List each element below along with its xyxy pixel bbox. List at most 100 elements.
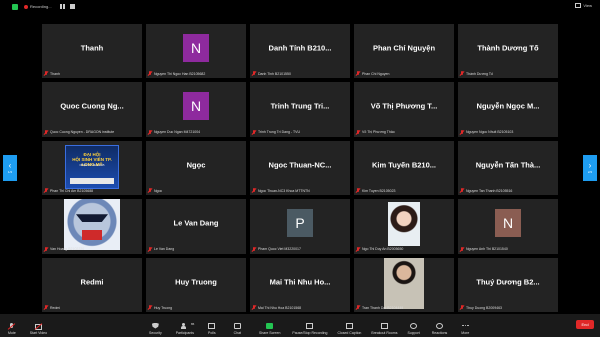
participant-tile[interactable]: Trinh Trung Tri... Trinh Trung Tri Dang -… <box>250 82 350 137</box>
pause-recording-icon[interactable] <box>59 4 67 9</box>
participant-tile[interactable]: Ngo Thi Duy An B2005650 <box>354 199 454 254</box>
next-page-button[interactable]: › 2/4 <box>583 155 597 181</box>
breakout-rooms-button[interactable]: Breakout Rooms <box>371 317 397 335</box>
participant-tile[interactable]: Ngoc Thuan-NC... Ngoc Thuan-NC3 Khoa MTTN… <box>250 140 350 196</box>
stop-recording-icon[interactable] <box>69 4 75 9</box>
participant-display-name: Quoc Cuong Ng... <box>60 101 124 111</box>
pause-stop-recording-button[interactable]: Pause/Stop Recording <box>292 317 327 335</box>
participant-video-photo <box>384 257 424 309</box>
participant-tile[interactable]: Redmi Redmi <box>42 257 142 312</box>
participant-video-robot <box>64 199 120 251</box>
participant-tile[interactable]: N Nguyen Anh Thi B2101540 <box>458 199 558 254</box>
participant-video-photo <box>388 202 420 247</box>
participant-footer: Phan Chi Nguyen <box>356 71 389 76</box>
participant-tile[interactable]: Nguyễn Ngọc M... Nguyen Ngoc Nhuit B21051… <box>458 82 558 137</box>
participant-display-name: Thanh <box>80 43 104 53</box>
share-screen-label: Share Screen <box>259 330 281 335</box>
security-shield-icon[interactable] <box>12 3 18 10</box>
participant-footer: Tran Thanh Dat B2104449 <box>356 305 403 310</box>
polls-button[interactable]: Polls <box>208 317 216 335</box>
participant-name-label: Quoc Cuong Nguyen - DRAGON institute <box>50 130 115 135</box>
participant-display-name: Huy Truong <box>175 277 217 287</box>
more-button[interactable]: More <box>461 317 469 335</box>
poster-banner <box>70 177 114 184</box>
microphone-muted-icon <box>44 305 48 310</box>
participant-name-label: Huy Truong <box>154 305 173 310</box>
participant-name-label: Van Hoang B2102220 <box>50 247 85 252</box>
more-label: More <box>461 330 470 335</box>
participant-tile[interactable]: Mai Thi Nhu Ho... Mai Thi Nhu Hoa B210156… <box>250 257 350 312</box>
closed-caption-label: Closed Caption <box>337 330 362 335</box>
participant-tile[interactable]: Thuý Dương B2... Thuy Duong B2009463 <box>458 257 558 312</box>
start-video-button[interactable]: Start Video <box>30 317 47 335</box>
previous-page-button[interactable]: ‹ 1/4 <box>3 155 17 181</box>
participant-tile[interactable]: Danh Tính B210... Danh Tinh B2101550 <box>250 24 350 79</box>
participant-name-label: Nguyen Duc Ngan M4721004 <box>154 130 201 135</box>
participant-tile[interactable]: Huy Truong Huy Truong <box>146 257 246 312</box>
participant-tile[interactable]: Thành Dương Tố Thành Dương Tố <box>458 24 558 79</box>
participant-name-label: Võ Thị Phương Thảo <box>362 130 395 135</box>
share-screen-button[interactable]: Share Screen <box>259 317 280 335</box>
microphone-muted-icon <box>252 246 256 252</box>
participant-tile[interactable]: Kim Tuyến B210... Kim Tuyen B2105023 <box>354 140 454 196</box>
participant-footer: Phan Thi Chi Am B2105688 <box>44 188 93 193</box>
participant-tile[interactable]: Quoc Cuong Ng... Quoc Cuong Nguyen - DRAG… <box>42 82 142 137</box>
participant-tile[interactable]: ĐẠI HỘI HỘI SINH VIÊN TP. LONG MỸ NHIỆM K… <box>42 140 142 196</box>
chat-label: Chat <box>233 330 241 335</box>
microphone-muted-icon <box>460 246 464 252</box>
microphone-muted-icon <box>148 305 152 310</box>
participant-tile[interactable]: Phan Chí Nguyện Phan Chi Nguyen <box>354 24 454 79</box>
participant-tile[interactable]: N Nguyen Duc Ngan M4721004 <box>146 82 246 137</box>
participant-tile[interactable]: P Pham Quoc Viet M3220017 <box>250 199 350 254</box>
participant-footer: Thanh <box>44 71 60 76</box>
participant-tile[interactable]: N Nguyen Thi Ngoc Han B2105682 <box>146 24 246 79</box>
recording-label: Recording... <box>30 4 52 9</box>
mute-button[interactable]: Mute <box>8 317 16 335</box>
reactions-button[interactable]: Reactions <box>432 317 447 335</box>
pause-stop-recording-label: Pause/Stop Recording <box>292 330 328 335</box>
breakout-rooms-icon <box>380 322 388 329</box>
participant-tile[interactable]: Ngọc Ngoc <box>146 140 246 196</box>
participant-tile[interactable]: Võ Thị Phương T... Võ Thị Phương Thảo <box>354 82 454 137</box>
participant-display-name: Ngọc <box>186 160 206 170</box>
chat-button[interactable]: Chat <box>234 317 241 335</box>
participant-display-name: Le Van Dang <box>173 218 219 228</box>
participant-tile[interactable]: Tran Thanh Dat B2104449 <box>354 257 454 312</box>
security-button[interactable]: Security <box>149 317 162 335</box>
participants-icon: 86 <box>181 322 194 329</box>
microphone-muted-icon <box>148 188 152 193</box>
participants-button[interactable]: 86 Participants <box>175 317 195 335</box>
participant-tile[interactable]: Le Van Dang Le Van Dang <box>146 199 246 254</box>
participant-name-label: Le Van Dang <box>154 247 175 252</box>
participant-footer: Nguyen Tan Thanh B2105516 <box>460 188 512 193</box>
participant-footer: Danh Tinh B2101550 <box>252 71 291 76</box>
participant-name-label: Thuy Duong B2009463 <box>466 305 502 310</box>
meeting-toolbar: Mute Start Video Security 86 Participant… <box>0 314 600 337</box>
closed-caption-button[interactable]: Closed Caption <box>337 317 361 335</box>
video-off-icon <box>34 323 42 330</box>
poster-subtitle: NHIỆM KỲ 2022-2025 <box>79 163 105 167</box>
participant-footer: Thuy Duong B2009463 <box>460 305 502 310</box>
mute-label: Mute <box>8 330 16 335</box>
end-meeting-button[interactable]: End <box>576 320 594 329</box>
share-screen-icon <box>266 322 274 329</box>
participant-tile[interactable]: Nguyễn Tấn Thà... Nguyen Tan Thanh B21055… <box>458 140 558 196</box>
participant-tile[interactable]: Van Hoang B2102220 <box>42 199 142 254</box>
participant-display-name: Ngoc Thuan-NC... <box>268 160 332 170</box>
participant-name-label: Danh Tinh B2101550 <box>258 71 291 76</box>
right-arrow-icon: › <box>588 161 592 170</box>
participants-label: Participants <box>175 330 194 335</box>
participant-footer: Ngo Thi Duy An B2005650 <box>356 246 403 252</box>
participant-gallery: Thanh Thanh N Nguyen Thi Ngoc Han B2105682 D… <box>42 24 558 312</box>
participant-display-name: Nguyễn Tấn Thà... <box>475 160 541 170</box>
view-button[interactable]: View <box>575 3 592 8</box>
recording-icon <box>306 322 314 329</box>
support-button[interactable]: Support <box>407 317 420 335</box>
participant-footer: Võ Thị Phương Thảo <box>356 129 395 135</box>
participant-display-name: Nguyễn Ngọc M... <box>476 101 540 111</box>
participant-tile[interactable]: Thanh Thanh <box>42 24 142 79</box>
participant-name-label: Ngoc Thuan-NC3 Khoa MTTNTN <box>258 188 310 193</box>
participant-name-label: Mai Thi Nhu Hoa B2101568 <box>258 305 302 310</box>
participant-footer: Le Van Dang <box>148 246 175 252</box>
security-label: Security <box>149 330 162 335</box>
